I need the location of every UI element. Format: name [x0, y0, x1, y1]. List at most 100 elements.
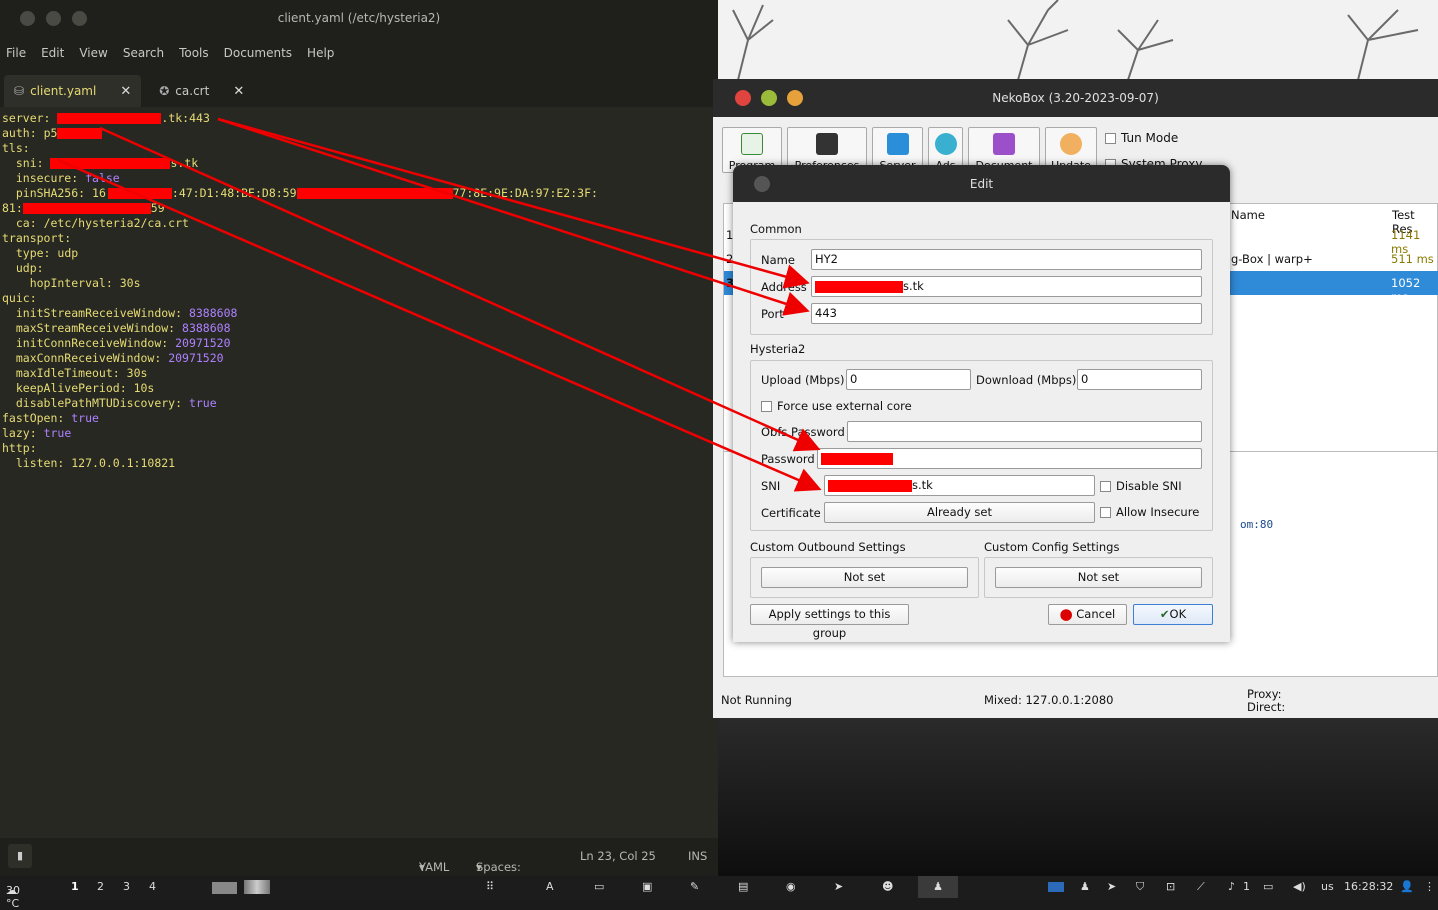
menu-tools[interactable]: Tools	[179, 46, 209, 60]
dialog-titlebar: Edit	[733, 165, 1230, 202]
notes-icon[interactable]: ✎	[690, 880, 699, 893]
code-line: 81: 59	[2, 201, 165, 215]
workspace-2[interactable]: 2	[97, 880, 104, 893]
editor-tab-bar: ⛁ client.yaml ✕ ✪ ca.crt ✕	[0, 69, 718, 107]
shield-icon[interactable]: ⛉	[1136, 880, 1144, 894]
custom-config-button[interactable]: Not set	[995, 567, 1202, 588]
tab-client-yaml[interactable]: ⛁ client.yaml ✕	[4, 75, 142, 107]
menu-search[interactable]: Search	[123, 46, 164, 60]
app-grid-icon[interactable]: ⠿	[486, 880, 494, 893]
checkbox-label: Force use external core	[777, 399, 912, 413]
text-editor-window: client.yaml (/etc/hysteria2) File Edit V…	[0, 0, 718, 888]
apply-to-group-button[interactable]: Apply settings to this group	[750, 604, 909, 640]
checkbox-box	[1100, 481, 1111, 492]
menu-documents[interactable]: Documents	[224, 46, 292, 60]
certificate-label: Certificate	[761, 506, 821, 520]
nekobox-task-icon[interactable]: ♟	[918, 876, 958, 898]
tab-ca-crt[interactable]: ✪ ca.crt ✕	[149, 75, 254, 107]
camera-icon[interactable]: ⊡	[1166, 880, 1175, 893]
password-label: Password	[761, 452, 815, 466]
obfs-password-field[interactable]	[847, 421, 1202, 442]
checkbox-label: Disable SNI	[1116, 479, 1182, 493]
terminal-icon[interactable]: ▣	[642, 880, 652, 893]
discord-icon[interactable]: ☻	[882, 880, 893, 893]
cancel-label: Cancel	[1076, 607, 1116, 621]
group-label-common: Common	[750, 222, 802, 236]
menu-edit[interactable]: Edit	[41, 46, 64, 60]
cancel-icon: ⬤	[1059, 607, 1073, 621]
workspace-3[interactable]: 3	[123, 880, 130, 893]
ok-button[interactable]: ✔OK	[1133, 604, 1213, 625]
dialog-title: Edit	[969, 177, 994, 191]
column-header-test[interactable]: Test Res	[1392, 208, 1437, 236]
keyboard-layout[interactable]: us	[1321, 880, 1334, 893]
menu-file[interactable]: File	[6, 46, 26, 60]
sni-value: s.tk	[912, 478, 933, 492]
close-tab-icon[interactable]: ✕	[120, 84, 131, 99]
firefox-icon[interactable]: ◉	[786, 880, 796, 893]
download-label: Download (Mbps)	[976, 373, 1077, 387]
checkbox-box	[1105, 133, 1116, 144]
upload-label: Upload (Mbps)	[761, 373, 845, 387]
nekobox-window-title: NekoBox (3.20-2023-09-07)	[992, 91, 1159, 105]
address-label: Address	[761, 280, 807, 294]
weather-temp: 30 °C	[6, 884, 20, 910]
telegram-icon[interactable]: ➤	[834, 880, 843, 893]
server-icon	[886, 133, 909, 155]
wallpaper-trees	[732, 0, 1419, 80]
chevron-down-icon: ▾	[476, 860, 482, 874]
disable-sni-checkbox[interactable]: Disable SNI	[1100, 479, 1182, 493]
user-icon[interactable]: 👤	[1400, 880, 1414, 893]
code-line: transport:	[2, 231, 72, 245]
force-external-core-checkbox[interactable]: Force use external core	[761, 399, 912, 413]
workspace-1[interactable]: 1	[71, 880, 79, 893]
column-header-name[interactable]: Name	[1231, 208, 1265, 224]
sni-label: SNI	[761, 479, 781, 493]
color-picker-icon[interactable]: ⟋	[1197, 880, 1205, 894]
volume-icon[interactable]: ◀)	[1293, 880, 1306, 893]
code-line: insecure: false	[2, 171, 120, 185]
certificate-button[interactable]: Already set	[824, 502, 1095, 523]
allow-insecure-checkbox[interactable]: Allow Insecure	[1100, 505, 1199, 519]
window-thumbnail[interactable]	[212, 882, 237, 894]
checkbox-label: Tun Mode	[1121, 131, 1179, 145]
log-text: om:80	[1240, 518, 1274, 531]
chevron-down-icon: ▾	[419, 860, 425, 874]
close-tab-icon[interactable]: ✕	[233, 84, 244, 99]
reader-icon[interactable]: ▤	[738, 880, 748, 893]
redaction-mark	[815, 280, 903, 293]
checkbox-label: Allow Insecure	[1116, 505, 1200, 519]
menu-icon[interactable]: ⋮	[1424, 880, 1435, 893]
menu-help[interactable]: Help	[307, 46, 334, 60]
text-editor-launcher-icon[interactable]: A	[546, 880, 554, 893]
redaction-mark	[57, 128, 103, 139]
port-field[interactable]: 443	[811, 303, 1202, 324]
side-panel-toggle-icon[interactable]: ▮	[8, 844, 32, 868]
notification-icon[interactable]: ♪	[1228, 880, 1235, 893]
menu-view[interactable]: View	[79, 46, 107, 60]
tun-mode-checkbox[interactable]: Tun Mode	[1105, 131, 1178, 145]
cancel-button[interactable]: ⬤ Cancel	[1048, 604, 1127, 625]
password-field[interactable]	[817, 448, 1202, 469]
clock[interactable]: 16:28:32	[1344, 880, 1393, 893]
telegram-tray-icon[interactable]: ➤	[1107, 880, 1116, 893]
group-label-config: Custom Config Settings	[984, 540, 1120, 554]
nekobox-tray-icon[interactable]: ♟	[1080, 880, 1090, 893]
workspace-4[interactable]: 4	[149, 880, 156, 893]
upload-field[interactable]: 0	[846, 369, 971, 390]
row-name: g-Box | warp+	[1231, 252, 1313, 266]
name-field[interactable]: HY2	[811, 249, 1202, 270]
custom-outbound-button[interactable]: Not set	[761, 567, 968, 588]
wallpaper-lower	[718, 718, 1438, 876]
screen-icon[interactable]: ▭	[1263, 880, 1273, 893]
code-area[interactable]: server: .tk:443 auth: p5 tls: sni: s.tk …	[0, 111, 718, 471]
download-field[interactable]: 0	[1077, 369, 1202, 390]
address-field[interactable]: s.tk	[811, 276, 1202, 297]
sni-field[interactable]: s.tk	[824, 475, 1095, 496]
help-document-icon	[993, 133, 1015, 155]
notification-count: 1	[1243, 880, 1250, 893]
code-line: listen: 127.0.0.1:10821	[2, 456, 176, 470]
sweden-flag-icon	[1048, 882, 1064, 892]
folder-icon[interactable]: ▭	[594, 880, 604, 893]
code-line: auth: p5	[0, 126, 718, 141]
